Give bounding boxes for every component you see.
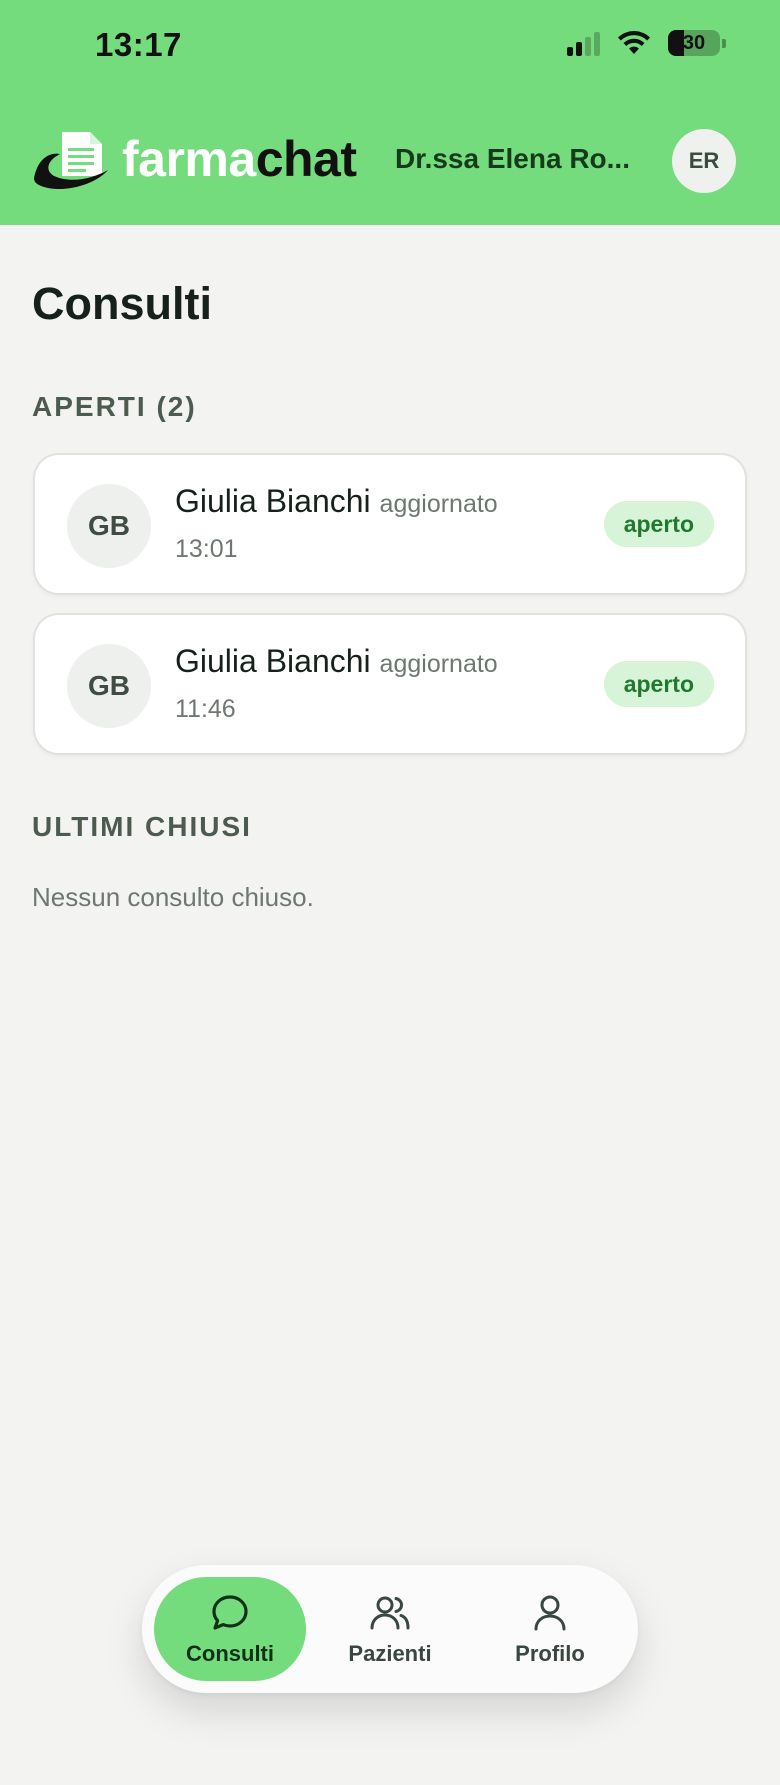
nav-item-profilo[interactable]: Profilo — [474, 1577, 626, 1681]
wifi-icon — [618, 31, 650, 54]
nav-label: Pazienti — [348, 1641, 432, 1666]
patient-name: Giulia Bianchi — [175, 483, 371, 519]
patient-avatar: GB — [67, 644, 151, 728]
patient-name-line: Giulia Bianchi aggiornato — [175, 483, 498, 520]
chat-bubble-icon — [212, 1595, 248, 1630]
updated-label: aggiornato — [379, 490, 498, 518]
open-section-label: APERTI (2) — [32, 391, 197, 422]
brand-logo: farmachat — [32, 128, 357, 190]
consult-card[interactable]: GB Giulia Bianchi aggiornato 13:01 apert… — [33, 453, 747, 595]
patient-name: Giulia Bianchi — [175, 643, 371, 679]
status-badge: aperto — [603, 661, 714, 707]
document-logo-icon — [34, 132, 108, 190]
brand-name-part2: chat — [255, 131, 357, 187]
patient-avatar: GB — [67, 484, 151, 568]
status-icons: 30 — [567, 30, 726, 56]
bottom-nav: Consulti Pazienti Profilo — [142, 1565, 638, 1693]
updated-time: 11:46 — [175, 695, 236, 723]
user-avatar[interactable]: ER — [672, 129, 736, 193]
app-header: 13:17 30 farmachat Dr.ssa Elena Ro... ER — [0, 0, 780, 225]
battery-level: 30 — [682, 31, 706, 54]
battery-icon: 30 — [668, 30, 726, 56]
patient-name-line: Giulia Bianchi aggiornato — [175, 643, 498, 680]
user-name: Dr.ssa Elena Ro... — [395, 143, 630, 174]
nav-item-pazienti[interactable]: Pazienti — [314, 1577, 466, 1681]
nav-label: Profilo — [515, 1641, 585, 1666]
closed-section-label: ULTIMI CHIUSI — [32, 811, 252, 842]
empty-state-text: Nessun consulto chiuso. — [32, 882, 314, 912]
page-title: Consulti — [32, 278, 212, 329]
consult-card[interactable]: GB Giulia Bianchi aggiornato 11:46 apert… — [33, 613, 747, 755]
status-time: 13:17 — [95, 26, 182, 63]
user-icon — [534, 1595, 566, 1631]
nav-label: Consulti — [186, 1641, 274, 1666]
brand-name: farmachat — [122, 134, 357, 184]
updated-label: aggiornato — [379, 650, 498, 678]
cellular-signal-icon — [567, 30, 600, 56]
status-badge: aperto — [603, 501, 714, 547]
updated-time: 13:01 — [175, 535, 238, 563]
nav-item-consulti[interactable]: Consulti — [154, 1577, 306, 1681]
users-icon — [370, 1596, 410, 1630]
brand-name-part1: farma — [122, 131, 256, 187]
